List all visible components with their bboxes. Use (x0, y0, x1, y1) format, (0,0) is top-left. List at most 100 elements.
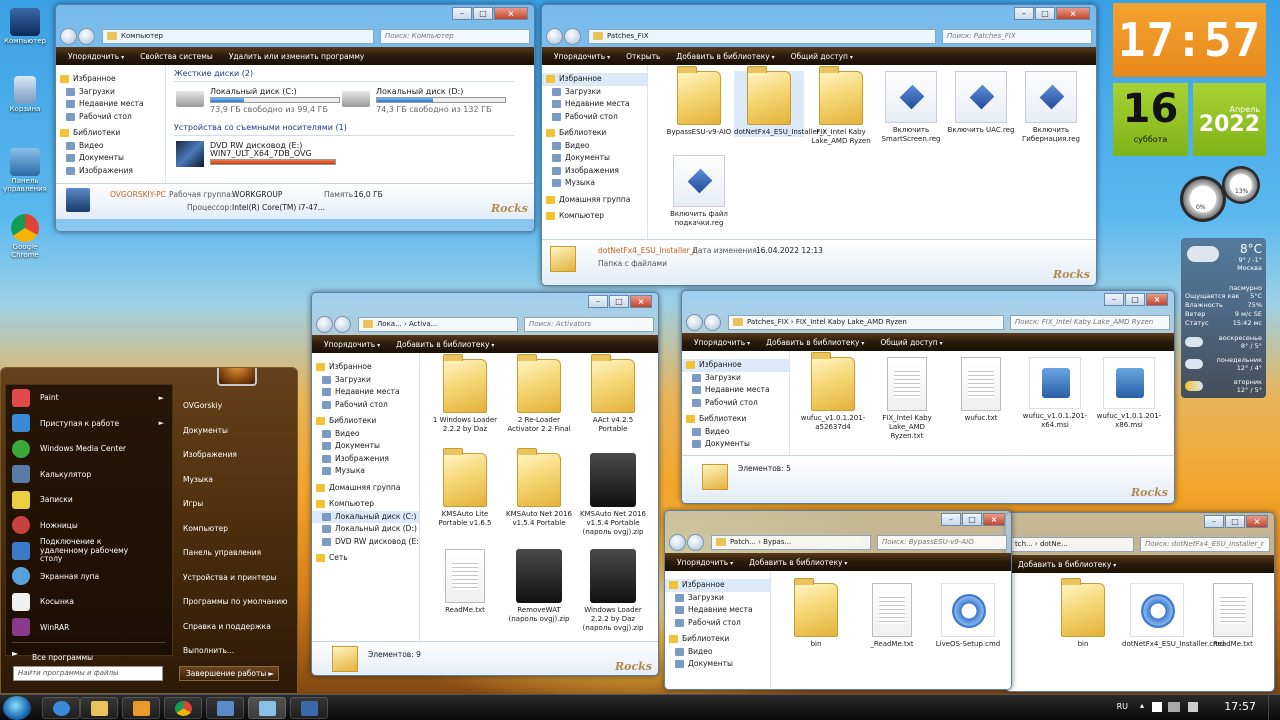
start-item-calculator[interactable]: Калькулятор (6, 462, 172, 488)
forward-button[interactable] (564, 27, 581, 45)
nav-item-recent[interactable]: Недавние места (56, 98, 165, 111)
nav-item-favorites[interactable]: Избранное (682, 359, 789, 372)
start-item-paint[interactable]: Paint ► (6, 385, 172, 411)
file-item[interactable]: bin (781, 578, 851, 649)
start-place-default-programs[interactable]: Программы по умолчанию (177, 590, 295, 615)
search-input[interactable]: Поиск: BypassESU-v9-AIO (877, 534, 1007, 550)
file-item[interactable]: ReadMe.txt (1198, 583, 1268, 649)
add-to-library-button[interactable]: Добавить в библиотеку (749, 558, 847, 567)
maximize-button[interactable]: □ (962, 513, 982, 526)
nav-item-documents[interactable]: Документы (682, 438, 789, 451)
desktop-icon-recycle-bin[interactable]: Корзина (2, 76, 48, 114)
start-item-sticky-notes[interactable]: Записки (6, 487, 172, 513)
close-button[interactable]: × (630, 295, 652, 308)
address-bar[interactable]: tch... › dotNe... (1010, 536, 1134, 552)
nav-item-libraries[interactable]: Библиотеки (312, 415, 419, 428)
back-button[interactable] (546, 27, 563, 45)
nav-item-video[interactable]: Видео (542, 140, 647, 153)
back-button[interactable] (316, 315, 333, 333)
window-activators[interactable]: – □ × Лока... › Activa... Поиск: Activat… (311, 292, 659, 676)
window-dotnet[interactable]: – □ × tch... › dotNe... Поиск: dotNetFx4… (1005, 512, 1275, 692)
file-item[interactable]: RemoveWAT (пароль ovgj).zip (504, 549, 574, 624)
start-item-magnifier[interactable]: Экранная лупа (6, 564, 172, 590)
file-item[interactable]: FIX_Intel Kaby Lake_AMD Ryzen (806, 66, 876, 146)
organize-button[interactable]: Упорядочить (68, 52, 124, 61)
nav-item-downloads[interactable]: Загрузки (542, 86, 647, 99)
file-item[interactable]: Включить Гибернация.reg (1016, 71, 1086, 144)
start-place-help[interactable]: Справка и поддержка (177, 615, 295, 640)
file-item[interactable]: ReadMe.txt (430, 549, 500, 615)
close-button[interactable]: × (983, 513, 1005, 526)
uninstall-program-button[interactable]: Удалить или изменить программу (229, 52, 365, 61)
nav-item-desktop[interactable]: Рабочий стол (542, 111, 647, 124)
nav-item-pictures[interactable]: Изображения (312, 453, 419, 466)
start-place-computer[interactable]: Компьютер (177, 517, 295, 542)
window-caption[interactable]: – □ × (1006, 513, 1274, 533)
add-to-library-button[interactable]: Добавить в библиотеку (396, 340, 494, 349)
address-bar[interactable]: Patches_FIX (588, 28, 936, 44)
drive-d[interactable]: Локальный диск (D:) 74,3 ГБ свободно из … (340, 87, 530, 117)
nav-item-downloads[interactable]: Загрузки (665, 592, 770, 605)
start-item-solitaire[interactable]: Косынка (6, 589, 172, 615)
network-icon[interactable] (1168, 702, 1180, 712)
file-item[interactable]: LiveOS-Setup.cmd (933, 583, 1003, 649)
nav-item-pictures[interactable]: Изображения (542, 165, 647, 178)
nav-item-documents[interactable]: Документы (665, 658, 770, 671)
back-button[interactable] (686, 313, 703, 331)
organize-button[interactable]: Упорядочить (554, 52, 610, 61)
nav-item-video[interactable]: Видео (56, 140, 165, 153)
file-item[interactable]: 2 Re-Loader Activator 2.2 Final (504, 354, 574, 434)
forward-button[interactable] (704, 313, 721, 331)
file-item[interactable]: Включить UAC.reg (946, 71, 1016, 135)
close-button[interactable]: × (1246, 515, 1268, 528)
nav-item-computer[interactable]: Компьютер (542, 210, 647, 223)
window-computer[interactable]: – □ × Компьютер Поиск: Компьютер Упорядо… (55, 4, 535, 232)
maximize-button[interactable]: □ (1225, 515, 1245, 528)
maximize-button[interactable]: □ (1035, 7, 1055, 20)
start-button[interactable] (3, 696, 31, 720)
group-header-removable[interactable]: Устройства со съемными носителями (1) (174, 123, 347, 132)
back-button[interactable] (60, 27, 77, 45)
nav-item-downloads[interactable]: Загрузки (56, 86, 165, 99)
taskbar-clock[interactable]: 17:57 (1224, 700, 1256, 713)
nav-item-desktop[interactable]: Рабочий стол (56, 111, 165, 124)
start-place-documents[interactable]: Документы (177, 419, 295, 444)
nav-item-homegroup[interactable]: Домашняя группа (312, 482, 419, 495)
nav-item-computer[interactable]: Компьютер (312, 498, 419, 511)
add-to-library-button[interactable]: Добавить в библиотеку (1018, 560, 1116, 569)
nav-item-documents[interactable]: Документы (542, 152, 647, 165)
minimize-button[interactable]: – (1204, 515, 1224, 528)
address-bar[interactable]: Patches_FIX › FIX_Intel Kaby Lake_AMD Ry… (728, 314, 1004, 330)
window-caption[interactable]: – □ × (312, 293, 658, 313)
nav-item-libraries[interactable]: Библиотеки (665, 633, 770, 646)
minimize-button[interactable]: – (1104, 293, 1124, 306)
nav-item-desktop[interactable]: Рабочий стол (312, 399, 419, 412)
file-item[interactable]: Включить файл подкачки.reg (664, 155, 734, 228)
desktop-icon-computer[interactable]: Компьютер (2, 8, 48, 46)
maximize-button[interactable]: □ (609, 295, 629, 308)
forward-button[interactable] (78, 27, 95, 45)
nav-item-documents[interactable]: Документы (56, 152, 165, 165)
minimize-button[interactable]: – (452, 7, 472, 20)
flag-icon[interactable] (1152, 702, 1162, 712)
nav-item-favorites[interactable]: Избранное (312, 361, 419, 374)
start-place-run[interactable]: Выполнить... (177, 639, 295, 664)
window-bypass-esu[interactable]: – □ × Patch... › Bypas... Поиск: BypassE… (664, 510, 1012, 690)
file-item[interactable]: FIX_Intel Kaby Lake_AMD Ryzen.txt (872, 357, 942, 440)
taskbar-chrome[interactable] (164, 697, 202, 719)
file-item[interactable]: Windows Loader 2.2.2 by Daz (пароль ovgj… (578, 549, 648, 632)
nav-item-video[interactable]: Видео (682, 426, 789, 439)
address-bar[interactable]: Лока... › Activa... (358, 316, 518, 332)
nav-item-documents[interactable]: Документы (312, 440, 419, 453)
desktop-icon-chrome[interactable]: Google Chrome (2, 214, 48, 259)
chevron-right-icon[interactable]: ► (268, 667, 274, 680)
taskbar-explorer[interactable] (80, 697, 118, 719)
file-item[interactable]: wufuc.txt (946, 357, 1016, 423)
window-patches-fix[interactable]: – □ × Patches_FIX Поиск: Patches_FIX Упо… (541, 4, 1097, 286)
address-bar[interactable]: Компьютер (102, 28, 374, 44)
desktop-icon-control-panel[interactable]: Панель управления (2, 148, 48, 193)
show-desktop-button[interactable] (1268, 695, 1280, 720)
start-item-snipping-tool[interactable]: Ножницы (6, 513, 172, 539)
nav-item-pictures[interactable]: Изображения (56, 165, 165, 178)
search-input[interactable]: Поиск: Activators (524, 316, 654, 332)
